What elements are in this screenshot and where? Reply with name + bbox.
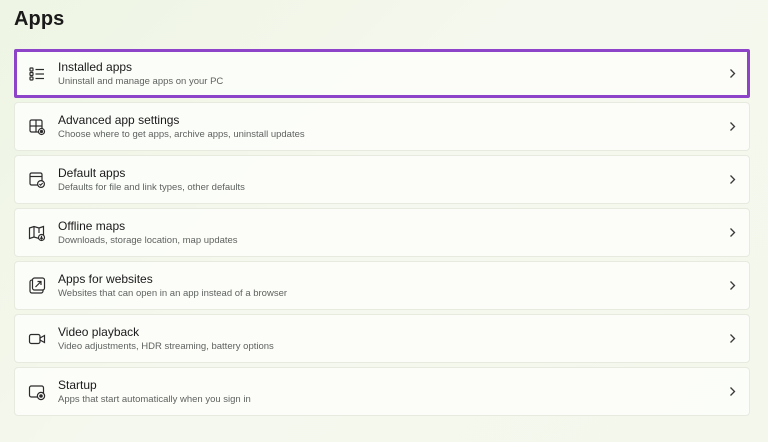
chevron-right-icon (727, 68, 737, 80)
settings-item-subtitle: Uninstall and manage apps on your PC (58, 75, 224, 87)
settings-item-title: Startup (58, 377, 97, 392)
settings-item-offline-maps[interactable]: Offline maps Downloads, storage location… (14, 208, 750, 257)
settings-item-installed-apps[interactable]: Installed apps Uninstall and manage apps… (14, 49, 750, 98)
chevron-right-icon (727, 386, 737, 398)
app-settings-icon (28, 118, 46, 136)
settings-item-title: Default apps (58, 165, 126, 180)
open-in-app-icon (28, 276, 46, 295)
chevron-right-icon (727, 121, 737, 133)
chevron-right-icon (727, 333, 737, 345)
settings-item-subtitle: Video adjustments, HDR streaming, batter… (58, 340, 274, 352)
settings-item-subtitle: Choose where to get apps, archive apps, … (58, 128, 305, 140)
settings-item-title: Offline maps (58, 218, 126, 233)
settings-item-apps-for-websites[interactable]: Apps for websites Websites that can open… (14, 261, 750, 310)
settings-item-startup[interactable]: Startup Apps that start automatically wh… (14, 367, 750, 416)
settings-item-default-apps[interactable]: Default apps Defaults for file and link … (14, 155, 750, 204)
settings-item-subtitle: Apps that start automatically when you s… (58, 393, 251, 405)
settings-item-subtitle: Downloads, storage location, map updates (58, 234, 238, 246)
startup-icon (28, 383, 46, 401)
settings-item-advanced-app-settings[interactable]: Advanced app settings Choose where to ge… (14, 102, 750, 151)
map-icon (28, 224, 46, 242)
settings-item-title: Apps for websites (58, 271, 153, 286)
settings-list: Installed apps Uninstall and manage apps… (14, 49, 750, 420)
settings-item-subtitle: Defaults for file and link types, other … (58, 181, 245, 193)
settings-item-title: Video playback (58, 324, 140, 339)
settings-item-video-playback[interactable]: Video playback Video adjustments, HDR st… (14, 314, 750, 363)
page-title: Apps (14, 8, 65, 30)
video-camera-icon (28, 330, 46, 348)
chevron-right-icon (727, 227, 737, 239)
settings-item-title: Advanced app settings (58, 112, 180, 127)
settings-item-title: Installed apps (58, 59, 133, 74)
settings-item-subtitle: Websites that can open in an app instead… (58, 287, 288, 299)
default-apps-icon (28, 171, 46, 189)
chevron-right-icon (727, 280, 737, 292)
list-icon (28, 65, 46, 83)
chevron-right-icon (727, 174, 737, 186)
